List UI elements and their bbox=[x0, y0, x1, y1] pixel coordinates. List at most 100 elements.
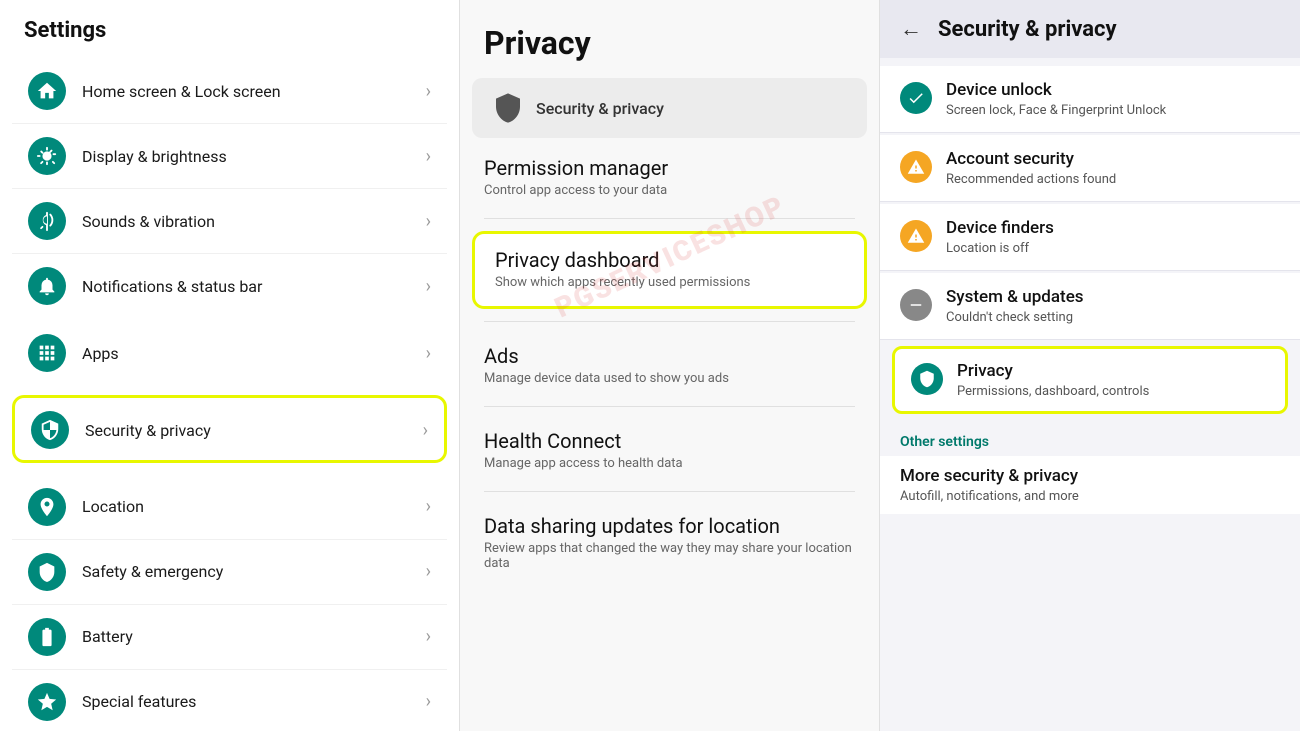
sidebar-item-special[interactable]: Special features › bbox=[12, 670, 447, 725]
sidebar-item-label: Battery bbox=[82, 627, 426, 646]
divider bbox=[484, 406, 855, 407]
item-subtitle: Review apps that changed the way they ma… bbox=[484, 541, 855, 571]
privacy-section-header[interactable]: Security & privacy bbox=[472, 78, 867, 138]
chevron-right-icon: › bbox=[426, 146, 431, 167]
more-item-subtitle: Autofill, notifications, and more bbox=[900, 489, 1280, 504]
item-title: Privacy dashboard bbox=[495, 248, 844, 272]
item-content: Account security Recommended actions fou… bbox=[946, 149, 1116, 187]
settings-group-1: Home screen & Lock screen › Display & br… bbox=[12, 59, 447, 309]
sidebar-item-sounds[interactable]: Sounds & vibration › bbox=[12, 189, 447, 254]
item-subtitle: Screen lock, Face & Fingerprint Unlock bbox=[946, 103, 1166, 118]
sidebar-item-battery[interactable]: Battery › bbox=[12, 605, 447, 670]
chevron-right-icon: › bbox=[426, 343, 431, 364]
divider bbox=[484, 218, 855, 219]
sidebar-item-label: Apps bbox=[82, 344, 426, 363]
item-title: Account security bbox=[946, 149, 1116, 169]
item-subtitle: Recommended actions found bbox=[946, 172, 1116, 187]
item-content: Device finders Location is off bbox=[946, 218, 1054, 256]
right-panel-header: ← Security & privacy bbox=[880, 0, 1300, 58]
item-title: Permission manager bbox=[484, 156, 855, 180]
status-minus-icon bbox=[900, 289, 932, 321]
sound-icon bbox=[28, 202, 66, 240]
sidebar-item-label: Display & brightness bbox=[82, 147, 426, 166]
notification-icon bbox=[28, 267, 66, 305]
privacy-item-location-sharing[interactable]: Data sharing updates for location Review… bbox=[460, 496, 879, 587]
section-label: Security & privacy bbox=[536, 99, 664, 118]
location-icon bbox=[28, 488, 66, 526]
chevron-right-icon: › bbox=[426, 626, 431, 647]
home-icon bbox=[28, 72, 66, 110]
security-panel: ← Security & privacy Device unlock Scree… bbox=[880, 0, 1300, 731]
item-title: Privacy bbox=[957, 361, 1149, 381]
chevron-right-icon: › bbox=[426, 561, 431, 582]
sidebar-item-label: Special features bbox=[82, 692, 426, 711]
item-subtitle: Couldn't check setting bbox=[946, 310, 1084, 325]
sidebar-item-display[interactable]: Display & brightness › bbox=[12, 124, 447, 189]
right-item-device-finders[interactable]: Device finders Location is off bbox=[880, 204, 1300, 271]
other-settings-label: Other settings bbox=[880, 420, 1300, 456]
chevron-right-icon: › bbox=[426, 211, 431, 232]
sidebar-item-label: Sounds & vibration bbox=[82, 212, 426, 231]
status-check-icon bbox=[900, 82, 932, 114]
security-icon bbox=[31, 411, 69, 449]
more-item-title: More security & privacy bbox=[900, 466, 1280, 486]
brightness-icon bbox=[28, 137, 66, 175]
chevron-right-icon: › bbox=[426, 276, 431, 297]
chevron-right-icon: › bbox=[426, 691, 431, 712]
item-title: Health Connect bbox=[484, 429, 855, 453]
item-subtitle: Manage app access to health data bbox=[484, 456, 855, 471]
privacy-item-dashboard[interactable]: Privacy dashboard Show which apps recent… bbox=[472, 231, 867, 309]
item-subtitle: Manage device data used to show you ads bbox=[484, 371, 855, 386]
sidebar-item-home-screen[interactable]: Home screen & Lock screen › bbox=[12, 59, 447, 124]
chevron-right-icon: › bbox=[426, 81, 431, 102]
settings-group-4: Location › Safety & emergency › Battery … bbox=[12, 475, 447, 725]
apps-icon bbox=[28, 334, 66, 372]
sidebar-item-label: Home screen & Lock screen bbox=[82, 82, 426, 101]
divider bbox=[484, 321, 855, 322]
item-title: System & updates bbox=[946, 287, 1084, 307]
sidebar-item-safety[interactable]: Safety & emergency › bbox=[12, 540, 447, 605]
sidebar-item-label: Location bbox=[82, 497, 426, 516]
sidebar-item-label: Safety & emergency bbox=[82, 562, 426, 581]
item-content: Privacy Permissions, dashboard, controls bbox=[957, 361, 1149, 399]
settings-group-2: Apps › bbox=[12, 321, 447, 383]
right-item-system-updates[interactable]: System & updates Couldn't check setting bbox=[880, 273, 1300, 340]
divider bbox=[484, 491, 855, 492]
item-content: System & updates Couldn't check setting bbox=[946, 287, 1084, 325]
settings-panel: Settings Home screen & Lock screen › Dis… bbox=[0, 0, 460, 731]
sidebar-item-notifications[interactable]: Notifications & status bar › bbox=[12, 254, 447, 309]
item-subtitle: Control app access to your data bbox=[484, 183, 855, 198]
shield-icon bbox=[492, 92, 524, 124]
right-panel-title: Security & privacy bbox=[938, 17, 1117, 42]
sidebar-item-apps[interactable]: Apps › bbox=[12, 321, 447, 383]
privacy-panel: Privacy Security & privacy Permission ma… bbox=[460, 0, 880, 731]
settings-group-security: Security & privacy › bbox=[12, 395, 447, 463]
status-warning-icon-2 bbox=[900, 220, 932, 252]
item-content: Device unlock Screen lock, Face & Finger… bbox=[946, 80, 1166, 118]
item-title: Device unlock bbox=[946, 80, 1166, 100]
item-title: Data sharing updates for location bbox=[484, 514, 855, 538]
right-item-more-security[interactable]: More security & privacy Autofill, notifi… bbox=[880, 456, 1300, 514]
item-subtitle: Location is off bbox=[946, 241, 1054, 256]
status-warning-icon bbox=[900, 151, 932, 183]
privacy-title: Privacy bbox=[460, 0, 879, 78]
battery-icon bbox=[28, 618, 66, 656]
right-item-device-unlock[interactable]: Device unlock Screen lock, Face & Finger… bbox=[880, 66, 1300, 133]
sidebar-item-label: Notifications & status bar bbox=[82, 277, 426, 296]
privacy-item-permission[interactable]: Permission manager Control app access to… bbox=[460, 138, 879, 214]
safety-icon bbox=[28, 553, 66, 591]
sidebar-item-security-privacy[interactable]: Security & privacy › bbox=[15, 398, 444, 462]
right-item-privacy[interactable]: Privacy Permissions, dashboard, controls bbox=[892, 346, 1288, 414]
chevron-right-icon: › bbox=[423, 420, 428, 441]
privacy-item-health[interactable]: Health Connect Manage app access to heal… bbox=[460, 411, 879, 487]
security-list: Device unlock Screen lock, Face & Finger… bbox=[880, 58, 1300, 731]
item-title: Ads bbox=[484, 344, 855, 368]
settings-title: Settings bbox=[0, 0, 459, 53]
privacy-item-ads[interactable]: Ads Manage device data used to show you … bbox=[460, 326, 879, 402]
right-item-account-security[interactable]: Account security Recommended actions fou… bbox=[880, 135, 1300, 202]
star-icon bbox=[28, 683, 66, 721]
chevron-right-icon: › bbox=[426, 496, 431, 517]
sidebar-item-location[interactable]: Location › bbox=[12, 475, 447, 540]
back-button[interactable]: ← bbox=[900, 16, 922, 42]
item-subtitle: Show which apps recently used permission… bbox=[495, 275, 844, 290]
